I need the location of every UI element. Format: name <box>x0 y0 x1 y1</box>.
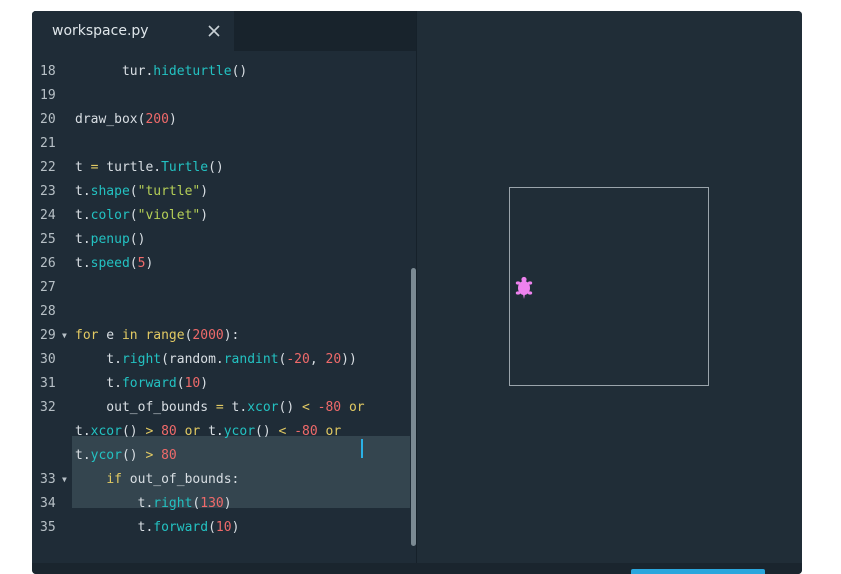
code-text: draw_box(200) <box>75 112 177 127</box>
line-number: 32 <box>40 400 56 415</box>
app-window: workspace.py 18 tur.hideturtle() 19 20 draw… <box>32 11 802 574</box>
code-line[interactable]: 19 <box>32 84 416 108</box>
code-text: t.speed(5) <box>75 256 154 271</box>
code-line[interactable]: 28 <box>32 300 416 324</box>
code-line[interactable]: 31 t.forward(10) <box>32 372 416 396</box>
code-text: t.forward(10) <box>75 376 209 391</box>
line-number: 22 <box>40 160 56 175</box>
code-text: t.shape("turtle") <box>75 184 209 199</box>
close-icon[interactable] <box>207 24 221 38</box>
code-line[interactable]: 25 t.penup() <box>32 228 416 252</box>
turtle-output-panel <box>416 11 802 563</box>
code-line[interactable]: 18 tur.hideturtle() <box>32 60 416 84</box>
code-line[interactable]: 27 <box>32 276 416 300</box>
line-number: 26 <box>40 256 56 271</box>
code-line[interactable]: 20 draw_box(200) <box>32 108 416 132</box>
code-text: t.color("violet") <box>75 208 209 223</box>
line-number: 19 <box>40 88 56 103</box>
code-text: t.penup() <box>75 232 146 247</box>
line-number: 20 <box>40 112 56 127</box>
line-number: 31 <box>40 376 56 391</box>
code-text: t.xcor() > 80 or t.ycor() < -80 or <box>75 424 342 439</box>
line-number: 28 <box>40 304 56 319</box>
code-line[interactable]: 30 t.right(random.randint(-20, 20)) <box>32 348 416 372</box>
code-line[interactable]: 33 ▼ if out_of_bounds: <box>32 468 416 492</box>
code-text: t.right(random.randint(-20, 20)) <box>75 352 357 367</box>
fold-arrow-icon[interactable]: ▼ <box>62 324 67 348</box>
drawn-box <box>509 187 709 386</box>
code-text: t.forward(10) <box>75 520 240 535</box>
code-text: for e in range(2000): <box>75 328 240 343</box>
code-text: t = turtle.Turtle() <box>75 160 224 175</box>
line-number: 35 <box>40 520 56 535</box>
code-line[interactable]: t.ycor() > 80 <box>32 444 416 468</box>
code-area[interactable]: 18 tur.hideturtle() 19 20 draw_box(200) 21 22… <box>32 51 416 563</box>
line-number: 25 <box>40 232 56 247</box>
line-number: 30 <box>40 352 56 367</box>
code-editor[interactable]: workspace.py 18 tur.hideturtle() 19 20 draw… <box>32 11 416 563</box>
line-number: 29 <box>40 328 56 343</box>
code-text: if out_of_bounds: <box>106 472 240 487</box>
line-number: 24 <box>40 208 56 223</box>
tab-label: workspace.py <box>52 23 149 39</box>
line-number: 33 <box>40 472 56 487</box>
line-number: 27 <box>40 280 56 295</box>
code-line[interactable]: 21 <box>32 132 416 156</box>
tab-bar: workspace.py <box>32 11 416 51</box>
code-line[interactable]: 32 out_of_bounds = t.xcor() < -80 or <box>32 396 416 420</box>
code-line[interactable]: 23 t.shape("turtle") <box>32 180 416 204</box>
code-line[interactable]: 24 t.color("violet") <box>32 204 416 228</box>
fold-arrow-icon[interactable]: ▼ <box>62 468 67 492</box>
line-number: 34 <box>40 496 56 511</box>
text-cursor <box>361 439 363 458</box>
code-text: tur.hideturtle() <box>75 64 248 79</box>
line-number: 21 <box>40 136 56 151</box>
run-button[interactable] <box>631 569 765 574</box>
tab-workspace[interactable]: workspace.py <box>32 11 234 51</box>
code-line[interactable]: 26 t.speed(5) <box>32 252 416 276</box>
code-line[interactable]: t.xcor() > 80 or t.ycor() < -80 or <box>32 420 416 444</box>
code-line[interactable]: 29 ▼ for e in range(2000): <box>32 324 416 348</box>
turtle-icon <box>515 276 533 299</box>
code-line[interactable]: 35 t.forward(10) <box>32 516 416 540</box>
code-line[interactable]: 22 t = turtle.Turtle() <box>32 156 416 180</box>
line-number: 23 <box>40 184 56 199</box>
code-text: out_of_bounds = t.xcor() < -80 or <box>75 400 365 415</box>
code-text: t.ycor() > 80 <box>75 448 177 463</box>
code-text: t.right(130) <box>75 496 232 511</box>
code-line[interactable]: 34 t.right(130) <box>32 492 416 516</box>
line-number: 18 <box>40 64 56 79</box>
